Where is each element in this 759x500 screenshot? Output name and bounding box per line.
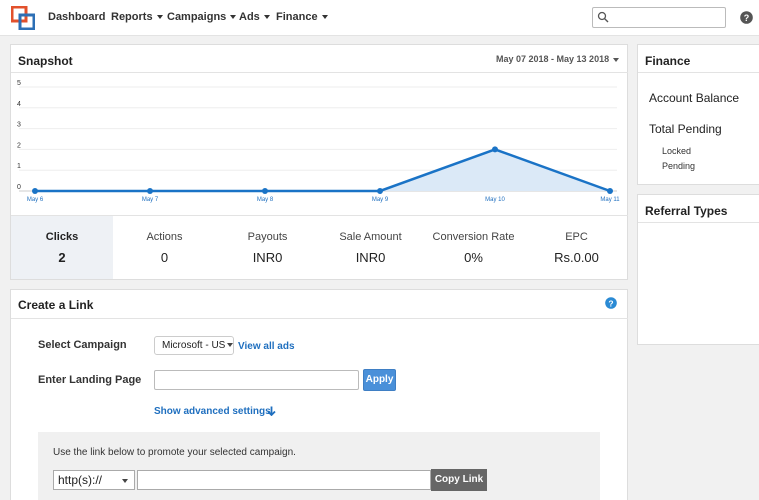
- stats-row: Clicks 2 Actions 0 Payouts INR0 Sale Amo…: [11, 216, 628, 279]
- view-all-ads-link[interactable]: View all ads: [238, 341, 295, 352]
- search-input[interactable]: [611, 10, 721, 25]
- promo-text: Use the link below to promote your selec…: [53, 447, 296, 458]
- nav-dashboard-label: Dashboard: [48, 11, 106, 23]
- chart-y-tick-label: 1: [17, 163, 21, 170]
- chart-x-tick-label: May 7: [142, 197, 159, 203]
- finance-title: Finance: [645, 54, 691, 68]
- campaign-select[interactable]: Microsoft - US: [154, 336, 234, 355]
- chart-x-tick-label: May 9: [372, 197, 389, 203]
- brand-logo-icon[interactable]: [11, 6, 35, 30]
- stat-value: INR0: [355, 250, 386, 265]
- landing-page-input[interactable]: [154, 370, 359, 390]
- divider: [638, 72, 759, 73]
- chevron-down-icon: [122, 479, 128, 483]
- nav-dashboard[interactable]: Dashboard: [48, 11, 105, 23]
- copy-link-button[interactable]: Copy Link: [431, 469, 487, 491]
- stat-label: Sale Amount: [339, 231, 402, 243]
- nav-campaigns-label: Campaigns: [167, 11, 227, 23]
- nav-campaigns[interactable]: Campaigns: [167, 11, 237, 23]
- account-balance-label: Account Balance: [649, 91, 740, 105]
- chart-x-tick-label: May 11: [600, 197, 620, 203]
- locked-label: Locked: [662, 146, 692, 156]
- svg-text:?: ?: [608, 298, 613, 308]
- stat-label: Conversion Rate: [432, 231, 515, 243]
- chart-data-point: [492, 146, 498, 153]
- stat-value: Rs.0.00: [554, 250, 599, 265]
- chart-x-tick-label: May 8: [257, 197, 274, 203]
- chevron-down-icon: [263, 15, 270, 20]
- chevron-down-icon: [613, 57, 620, 62]
- chart-y-tick-label: 4: [17, 101, 21, 108]
- stat-conversion-rate[interactable]: Conversion Rate 0%: [422, 216, 525, 279]
- total-pending-label: Total Pending: [649, 122, 722, 136]
- arrow-down-icon: [267, 406, 276, 416]
- chevron-down-icon: [156, 15, 163, 20]
- chart-y-tick-label: 0: [17, 184, 21, 191]
- create-link-title: Create a Link: [18, 298, 94, 312]
- stat-value: 2: [58, 250, 66, 265]
- search-icon: [597, 11, 609, 23]
- stat-label: Actions: [146, 231, 183, 243]
- nav-reports-label: Reports: [111, 11, 153, 23]
- clicks-chart: 0 1 2 3 4 5 May 6 May 7 May 8 May 9 May 10 May 11: [17, 80, 620, 203]
- stat-value: 0%: [464, 250, 483, 265]
- chart-data-point: [262, 188, 268, 194]
- divider: [11, 72, 628, 73]
- svg-text:?: ?: [744, 13, 750, 23]
- nav-finance[interactable]: Finance: [276, 11, 328, 23]
- campaign-select-value: Microsoft - US: [162, 340, 226, 351]
- stat-value: INR0: [252, 250, 283, 265]
- stat-actions[interactable]: Actions 0: [113, 216, 216, 279]
- nav-ads-label: Ads: [239, 11, 260, 23]
- help-icon[interactable]: ?: [605, 297, 617, 309]
- chart-y-tick-label: 3: [17, 122, 21, 129]
- chart-data-point: [32, 188, 38, 194]
- stat-value: 0: [160, 250, 169, 265]
- referral-types-title: Referral Types: [645, 204, 728, 218]
- date-range-label: May 07 2018 - May 13 2018: [496, 54, 610, 64]
- divider: [11, 318, 628, 319]
- date-range-picker[interactable]: May 07 2018 - May 13 2018: [496, 54, 620, 64]
- stat-epc[interactable]: EPC Rs.0.00: [525, 216, 628, 279]
- show-advanced-settings-link[interactable]: Show advanced settings: [154, 406, 271, 417]
- chevron-down-icon: [230, 15, 237, 20]
- chevron-down-icon: [227, 343, 234, 348]
- chart-x-tick-label: May 10: [485, 197, 505, 203]
- snapshot-title: Snapshot: [18, 54, 73, 68]
- landing-page-label: Enter Landing Page: [38, 374, 142, 386]
- stat-label: Payouts: [247, 231, 288, 243]
- stat-clicks[interactable]: Clicks 2: [11, 216, 113, 279]
- search-box[interactable]: [592, 7, 726, 28]
- apply-button[interactable]: Apply: [363, 369, 396, 391]
- divider: [638, 222, 759, 223]
- promo-link-box: Use the link below to promote your selec…: [38, 432, 600, 500]
- protocol-select[interactable]: http(s)://: [53, 470, 135, 490]
- select-campaign-label: Select Campaign: [38, 339, 127, 351]
- pending-label: Pending: [662, 161, 696, 171]
- chart-data-point: [607, 188, 613, 194]
- stat-sale-amount[interactable]: Sale Amount INR0: [319, 216, 422, 279]
- chart-data-point: [147, 188, 153, 194]
- chart-x-tick-label: May 6: [27, 197, 44, 203]
- protocol-select-value: http(s)://: [58, 473, 103, 487]
- chart-y-tick-label: 2: [17, 142, 21, 149]
- nav-ads[interactable]: Ads: [239, 11, 270, 23]
- help-icon[interactable]: ?: [740, 11, 753, 24]
- chevron-down-icon: [321, 15, 328, 20]
- nav-reports[interactable]: Reports: [111, 11, 163, 23]
- chart-data-point: [377, 188, 383, 194]
- top-navbar: Dashboard Reports Campaigns Ads Finance …: [0, 0, 759, 36]
- chart-y-tick-label: 5: [17, 80, 21, 87]
- generated-link-input[interactable]: [137, 470, 431, 490]
- nav-finance-label: Finance: [276, 11, 318, 23]
- stat-label: EPC: [565, 231, 588, 243]
- stat-payouts[interactable]: Payouts INR0: [216, 216, 319, 279]
- stat-label: Clicks: [45, 231, 79, 243]
